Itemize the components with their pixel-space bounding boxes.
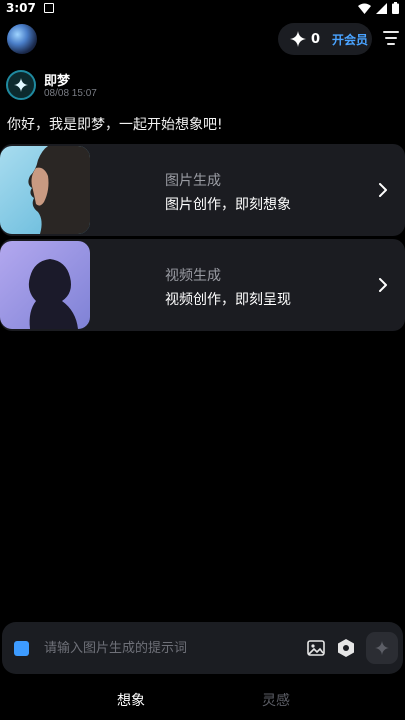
status-time: 3:07 [6, 1, 36, 15]
generate-button[interactable] [366, 632, 398, 664]
mode-toggle[interactable] [14, 641, 29, 656]
signal-icon [376, 2, 387, 14]
vip-pill[interactable]: 0 开会员 [278, 23, 372, 55]
notification-icon [44, 3, 54, 13]
sparkle-icon [290, 31, 306, 47]
star-icon [14, 78, 28, 92]
card-subtitle: 图片创作，即刻想象 [165, 197, 291, 213]
chevron-right-icon [379, 183, 387, 197]
tab-inspire[interactable]: 灵感 [262, 690, 290, 710]
image-generation-thumbnail [0, 146, 90, 234]
model-settings-icon[interactable] [336, 638, 356, 658]
card-title: 视频生成 [165, 268, 221, 284]
tab-imagine[interactable]: 想象 [117, 690, 145, 710]
image-icon[interactable] [307, 639, 325, 657]
wifi-icon [358, 3, 371, 14]
bot-name: 即梦 [44, 74, 71, 89]
status-indicators [358, 2, 399, 14]
chevron-right-icon [379, 278, 387, 292]
battery-icon [392, 2, 399, 14]
bot-avatar [6, 70, 36, 100]
prompt-bar [2, 622, 403, 674]
user-avatar[interactable] [7, 24, 37, 54]
vip-button[interactable]: 开会员 [332, 31, 368, 48]
status-bar: 3:07 [0, 0, 405, 16]
card-subtitle: 视频创作，即刻呈现 [165, 292, 291, 308]
prompt-input[interactable] [44, 635, 294, 661]
video-generation-card[interactable]: 视频生成 视频创作，即刻呈现 [0, 239, 405, 331]
credit-count: 0 [311, 31, 321, 47]
greeting-text: 你好，我是即梦，一起开始想象吧! [7, 117, 223, 133]
image-generation-card[interactable]: 图片生成 图片创作，即刻想象 [0, 144, 405, 236]
message-timestamp: 08/08 15:07 [44, 88, 97, 99]
video-generation-thumbnail [0, 241, 90, 329]
card-title: 图片生成 [165, 173, 221, 189]
sparkle-icon [375, 641, 389, 655]
filter-menu-icon[interactable] [383, 31, 399, 45]
